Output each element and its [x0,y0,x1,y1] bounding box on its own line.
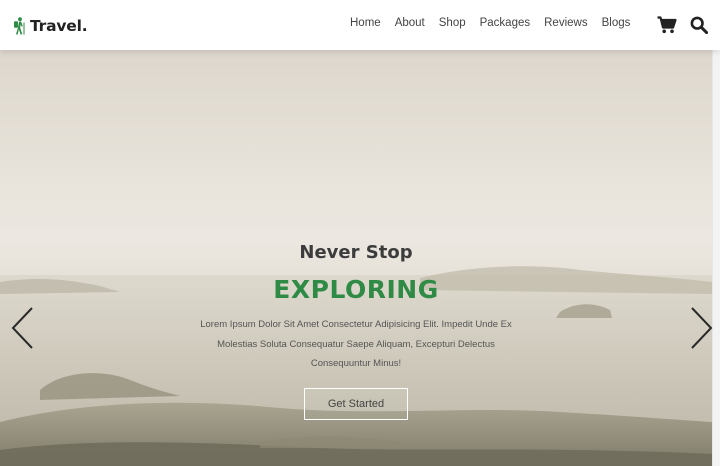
hero-title: EXPLORING [273,275,439,304]
nav-shop[interactable]: Shop [439,17,466,35]
page-scrollbar[interactable] [712,50,720,466]
chevron-right-icon[interactable] [688,306,714,350]
hero-subtitle: Never Stop [299,242,413,263]
hero-content: Never Stop EXPLORING Lorem Ipsum Dolor S… [170,240,542,420]
brand-logo[interactable]: Travel. [12,15,88,37]
nav-packages[interactable]: Packages [480,17,531,35]
search-icon[interactable] [690,16,708,34]
nav-blogs[interactable]: Blogs [602,17,631,35]
nav-home[interactable]: Home [350,17,381,35]
nav-about[interactable]: About [395,17,425,35]
shopping-cart-icon[interactable] [657,16,677,34]
hero-description: Lorem Ipsum Dolor Sit Amet Consectetur A… [200,319,512,369]
hiker-icon [14,17,25,35]
brand-name: Travel. [30,17,88,35]
hero-slider: Never Stop EXPLORING Lorem Ipsum Dolor S… [0,50,712,466]
chevron-left-icon[interactable] [10,306,36,350]
get-started-button[interactable]: Get Started [304,387,408,420]
main-nav: Home About Shop Packages Reviews Blogs [350,17,630,35]
nav-reviews[interactable]: Reviews [544,17,587,35]
site-header: Travel. Home About Shop Packages Reviews… [0,0,720,50]
